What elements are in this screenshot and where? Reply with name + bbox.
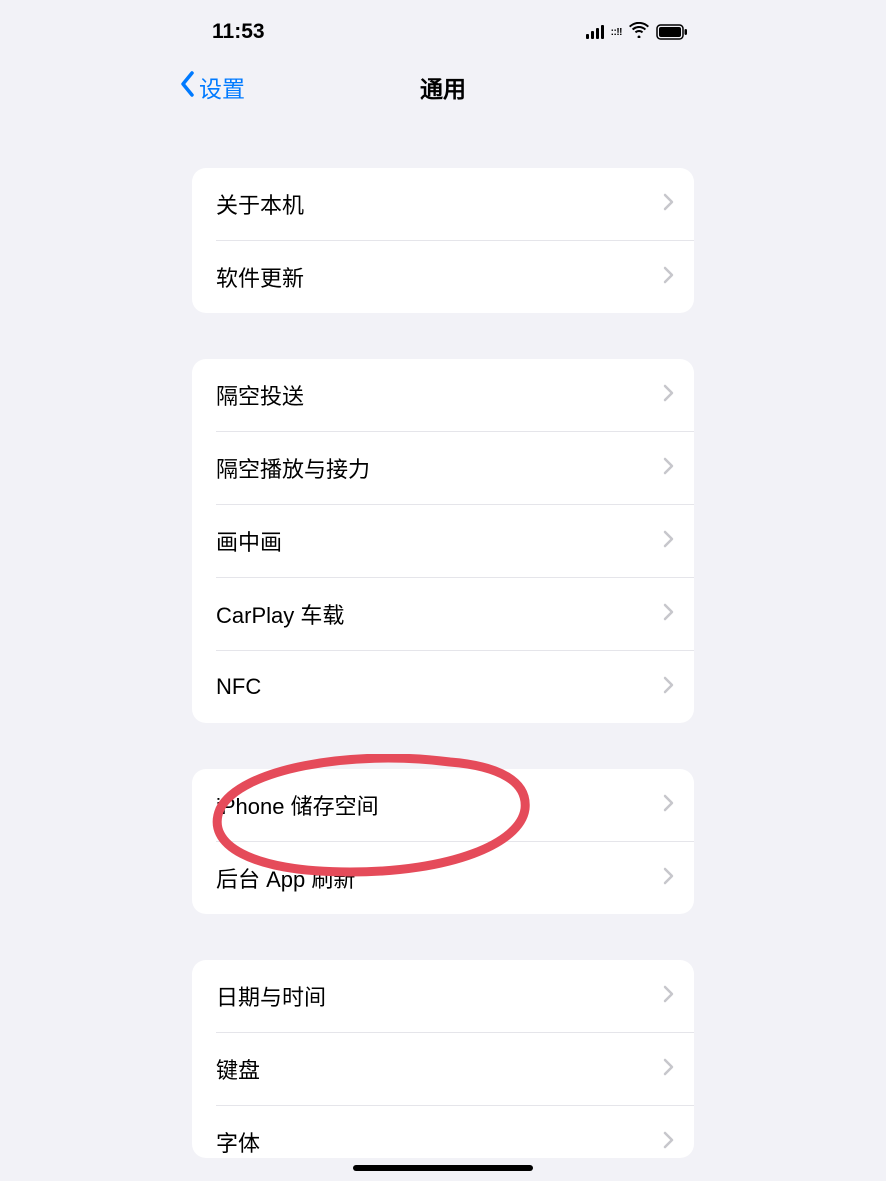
page-title: 通用	[420, 70, 466, 104]
chevron-right-icon	[663, 457, 674, 480]
cellular-signal-icon	[586, 25, 604, 39]
chevron-right-icon	[663, 530, 674, 553]
phone-screen: 11:53 ::!!	[170, 0, 716, 1181]
row-label: 日期与时间	[216, 980, 326, 1012]
row-label: 键盘	[216, 1053, 260, 1085]
chevron-right-icon	[663, 1058, 674, 1081]
home-indicator[interactable]	[353, 1165, 533, 1171]
wifi-icon	[629, 22, 649, 43]
row-label: 软件更新	[216, 261, 304, 293]
chevron-right-icon	[663, 794, 674, 817]
status-bar: 11:53 ::!!	[170, 0, 716, 56]
status-icons: ::!!	[586, 22, 688, 43]
row-label: 画中画	[216, 525, 282, 557]
section-connectivity: 隔空投送 隔空播放与接力 画中画 CarPlay 车	[192, 359, 694, 723]
row-label: 字体	[216, 1126, 260, 1158]
row-label: iPhone 储存空间	[216, 789, 379, 821]
row-fonts[interactable]: 字体	[192, 1106, 694, 1158]
chevron-right-icon	[663, 985, 674, 1008]
back-label: 设置	[199, 70, 245, 104]
row-label: 隔空投送	[216, 379, 304, 411]
row-label: 隔空播放与接力	[216, 452, 370, 484]
row-label: 关于本机	[216, 188, 304, 220]
chevron-right-icon	[663, 676, 674, 699]
status-time: 11:53	[212, 20, 265, 44]
back-button[interactable]: 设置	[180, 70, 245, 104]
content: 关于本机 软件更新 隔空投送 隔空播放与接力	[170, 168, 716, 1158]
row-carplay[interactable]: CarPlay 车载	[192, 578, 694, 650]
row-iphone-storage[interactable]: iPhone 储存空间	[192, 769, 694, 841]
row-picture-in-picture[interactable]: 画中画	[192, 505, 694, 577]
chevron-right-icon	[663, 1131, 674, 1154]
row-about[interactable]: 关于本机	[192, 168, 694, 240]
row-label: CarPlay 车载	[216, 598, 344, 630]
chevron-right-icon	[663, 266, 674, 289]
section-about: 关于本机 软件更新	[192, 168, 694, 313]
row-airplay-handoff[interactable]: 隔空播放与接力	[192, 432, 694, 504]
row-label: 后台 App 刷新	[216, 862, 355, 894]
row-label: NFC	[216, 674, 261, 700]
row-software-update[interactable]: 软件更新	[192, 241, 694, 313]
chevron-right-icon	[663, 384, 674, 407]
chevron-right-icon	[663, 867, 674, 890]
row-background-app-refresh[interactable]: 后台 App 刷新	[192, 842, 694, 914]
row-date-time[interactable]: 日期与时间	[192, 960, 694, 1032]
section-system: 日期与时间 键盘 字体	[192, 960, 694, 1158]
battery-icon	[656, 24, 688, 40]
nav-bar: 设置 通用	[170, 56, 716, 122]
chevron-right-icon	[663, 193, 674, 216]
row-nfc[interactable]: NFC	[192, 651, 694, 723]
chevron-right-icon	[663, 603, 674, 626]
row-airdrop[interactable]: 隔空投送	[192, 359, 694, 431]
section-storage: iPhone 储存空间 后台 App 刷新	[192, 769, 694, 914]
dual-sim-icon: ::!!	[611, 27, 622, 38]
chevron-left-icon	[180, 71, 196, 103]
row-keyboard[interactable]: 键盘	[192, 1033, 694, 1105]
